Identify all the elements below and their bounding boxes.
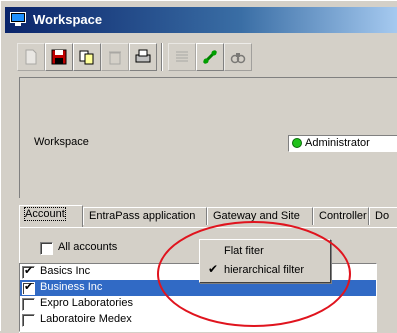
search-button[interactable] [224,43,252,71]
copy-icon [79,50,94,65]
toolbar-separator [161,43,163,71]
list-button[interactable] [168,43,196,71]
workspace-value: Administrator [305,137,370,149]
status-dot-icon [292,138,302,148]
delete-icon [109,51,121,65]
tab-door[interactable]: Do [369,207,397,225]
item-checkbox[interactable] [22,298,35,311]
tab-controller[interactable]: Controller [313,207,369,225]
item-checkbox[interactable] [22,314,35,327]
all-accounts-label[interactable]: All accounts [58,241,117,253]
workspace-combo[interactable]: Administrator [288,135,397,152]
menu-item-flat-filter[interactable]: Flat fiter [202,242,328,261]
tab-entrapass-application[interactable]: EntraPass application [83,207,207,225]
copy-button[interactable] [73,43,101,71]
save-icon [51,49,67,65]
filter-context-menu: Flat fiter ✔ hierarchical filter [199,239,331,283]
list-icon [176,51,188,62]
window-frame: Workspace Workspace Administrator Accoun… [0,0,397,333]
menu-item-hierarchical-filter[interactable]: ✔ hierarchical filter [202,261,328,280]
item-label: Laboratoire Medex [40,313,132,325]
print-icon [135,49,151,63]
list-item[interactable]: Laboratoire Medex [20,312,376,328]
item-label: Expro Laboratories [40,297,133,309]
new-icon [25,49,37,65]
tab-gateway-and-site[interactable]: Gateway and Site [207,207,313,225]
workspace-header-panel: Workspace Administrator [19,77,397,198]
save-button[interactable] [45,43,73,71]
checkmark-icon: ✔ [208,262,219,276]
menu-item-label: Flat fiter [224,245,264,257]
all-accounts-checkbox[interactable] [40,242,53,255]
item-label: Business Inc [40,281,103,293]
search-icon [230,53,246,64]
print-button[interactable] [129,43,157,71]
workspace-app-icon [10,12,26,26]
link-icon [202,49,218,65]
new-button[interactable] [17,43,45,71]
workspace-label: Workspace [34,136,89,148]
item-label: Basics Inc [40,265,91,277]
window-title: Workspace [33,12,103,27]
delete-button[interactable] [101,43,129,71]
list-item[interactable]: Expro Laboratories [20,296,376,312]
item-checkbox[interactable] [22,264,35,279]
tab-strip: Account EntraPass application Gateway an… [19,205,397,227]
item-checkbox[interactable] [22,280,35,295]
link-button[interactable] [196,43,224,71]
menu-item-label: hierarchical filter [224,264,305,276]
title-bar[interactable]: Workspace [5,7,397,33]
toolbar [5,35,397,77]
tab-account[interactable]: Account [19,205,83,227]
